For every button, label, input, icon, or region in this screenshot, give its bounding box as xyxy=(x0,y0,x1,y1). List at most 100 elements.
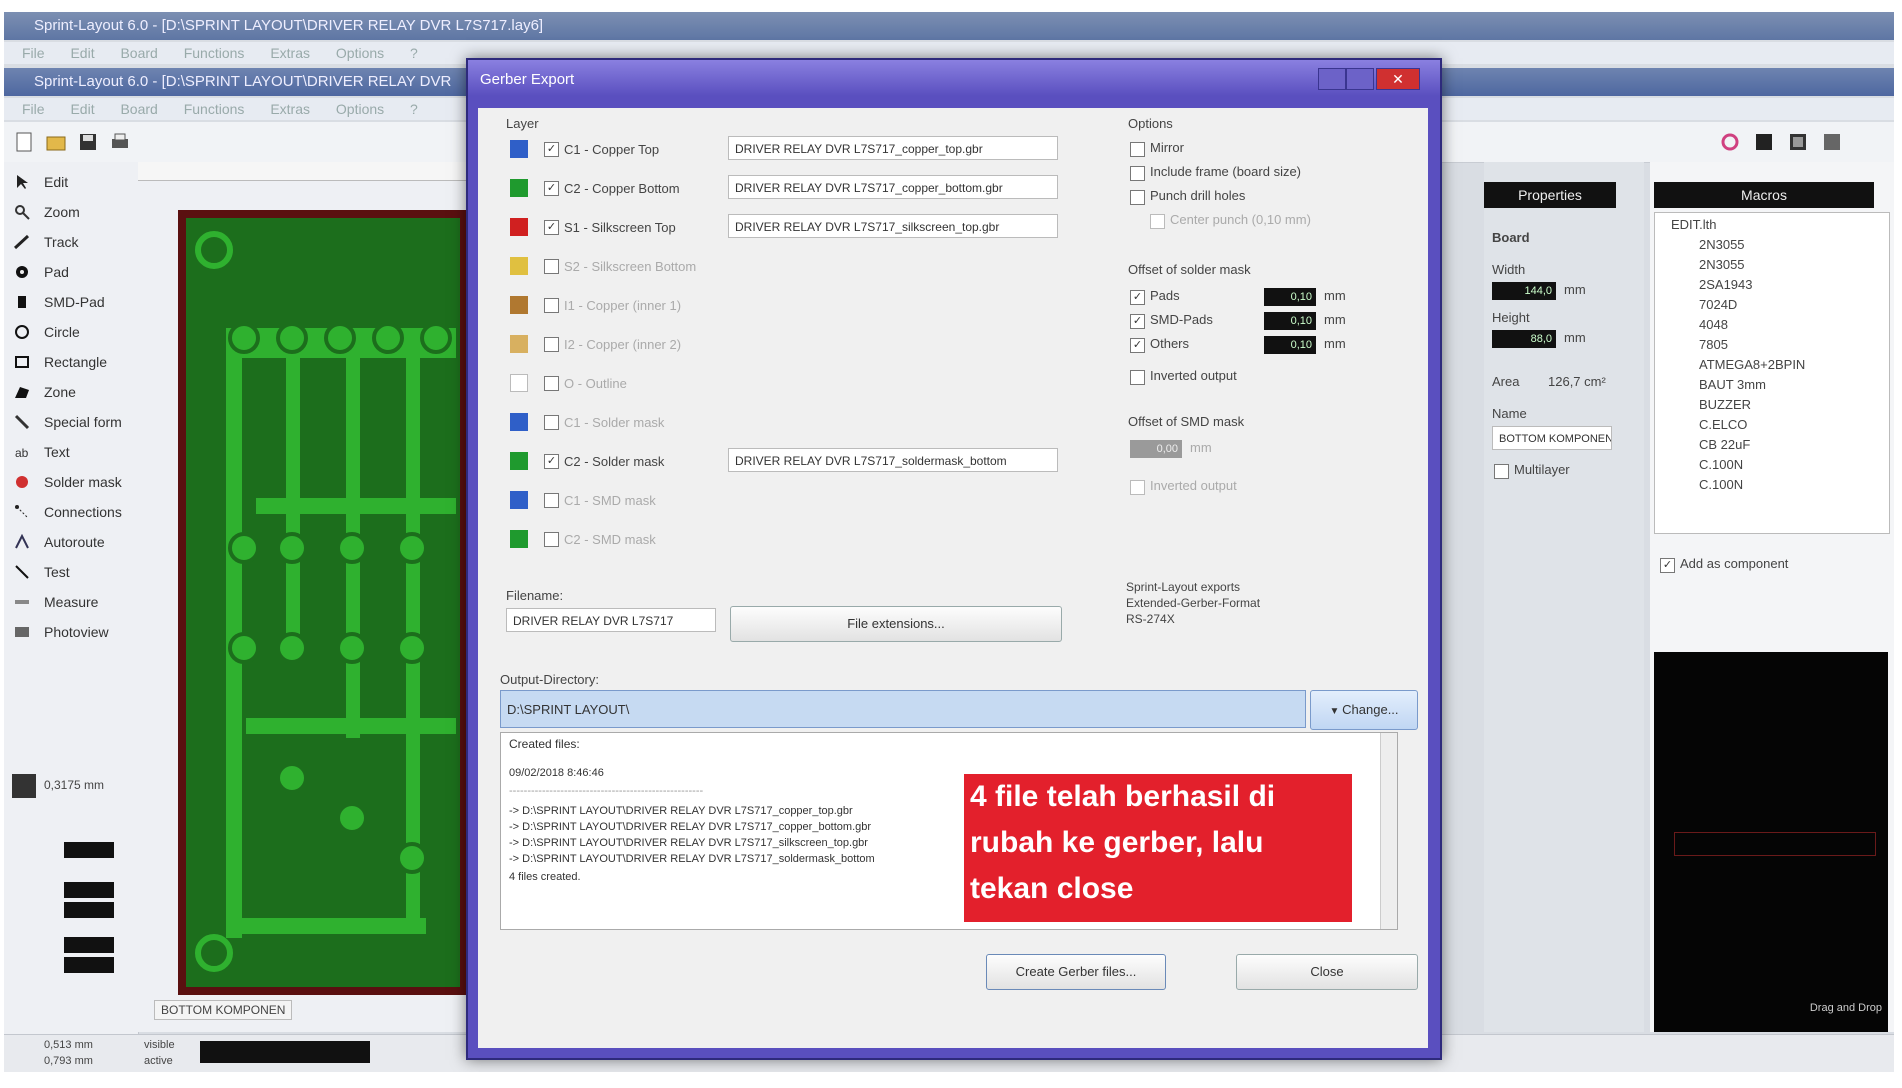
macro-item[interactable]: C.100N xyxy=(1699,457,1743,472)
width-field[interactable]: 144,0 xyxy=(1492,282,1556,300)
add-component-checkbox[interactable]: ✓ xyxy=(1660,558,1675,573)
menu-functions[interactable]: Functions xyxy=(184,45,245,61)
tool-pad[interactable]: Pad xyxy=(8,258,134,288)
pad-inner-field[interactable] xyxy=(64,902,114,918)
tool-zone[interactable]: Zone xyxy=(8,378,134,408)
filename-field[interactable]: DRIVER RELAY DVR L7S717 xyxy=(506,608,716,632)
layer-checkbox[interactable] xyxy=(544,298,559,313)
tool-connections[interactable]: Connections xyxy=(8,498,134,528)
menu-functions[interactable]: Functions xyxy=(184,101,245,117)
others-checkbox[interactable]: ✓ xyxy=(1130,338,1145,353)
macro-item[interactable]: 4048 xyxy=(1699,317,1728,332)
layer-checkbox[interactable] xyxy=(544,337,559,352)
layers-icon[interactable] xyxy=(1786,130,1810,154)
menu-file[interactable]: File xyxy=(22,45,45,61)
smd-pads-offset-field[interactable]: 0,10 xyxy=(1264,312,1316,330)
tool-measure[interactable]: Measure xyxy=(8,588,134,618)
tool-zoom[interactable]: Zoom xyxy=(8,198,134,228)
macro-item[interactable]: 7805 xyxy=(1699,337,1728,352)
tool-smd-pad[interactable]: SMD-Pad xyxy=(8,288,134,318)
layer-filename-field[interactable]: DRIVER RELAY DVR L7S717_silkscreen_top.g… xyxy=(728,214,1058,238)
macro-item[interactable]: 2SA1943 xyxy=(1699,277,1753,292)
macro-item[interactable]: 2N3055 xyxy=(1699,257,1745,272)
tool-special-form[interactable]: Special form xyxy=(8,408,134,438)
layer-checkbox[interactable] xyxy=(544,493,559,508)
tool-photoview[interactable]: Photoview xyxy=(8,618,134,648)
punch-drill-checkbox[interactable] xyxy=(1130,190,1145,205)
smd-pads-checkbox[interactable]: ✓ xyxy=(1130,314,1145,329)
macro-item[interactable]: 7024D xyxy=(1699,297,1737,312)
layer-checkbox[interactable]: ✓ xyxy=(544,181,559,196)
layer-filename-field[interactable]: DRIVER RELAY DVR L7S717_copper_bottom.gb… xyxy=(728,175,1058,199)
macro-item[interactable]: C.100N xyxy=(1699,477,1743,492)
tool-text[interactable]: ab Text xyxy=(8,438,134,468)
tool-solder-mask[interactable]: Solder mask xyxy=(8,468,134,498)
layer-checkbox[interactable]: ✓ xyxy=(544,220,559,235)
save-icon[interactable] xyxy=(76,130,100,154)
tool-circle[interactable]: Circle xyxy=(8,318,134,348)
smd-height-field[interactable] xyxy=(64,957,114,973)
dialog-close-x-button[interactable]: ✕ xyxy=(1376,68,1420,90)
layer-checkbox[interactable] xyxy=(544,259,559,274)
smd-offset-field[interactable]: 0,00 xyxy=(1130,440,1182,458)
menu-help[interactable]: ? xyxy=(410,45,418,61)
menu-file[interactable]: File xyxy=(22,101,45,117)
layer-selector[interactable] xyxy=(200,1041,370,1063)
menu-board[interactable]: Board xyxy=(120,45,157,61)
output-directory-field[interactable]: D:\SPRINT LAYOUT\ xyxy=(500,690,1306,728)
menu-board[interactable]: Board xyxy=(120,101,157,117)
layer-filename-field[interactable]: DRIVER RELAY DVR L7S717_copper_top.gbr xyxy=(728,136,1058,160)
center-punch-checkbox[interactable] xyxy=(1150,214,1165,229)
solder-inverted-checkbox[interactable] xyxy=(1130,370,1145,385)
include-frame-checkbox[interactable] xyxy=(1130,166,1145,181)
menu-options[interactable]: Options xyxy=(336,45,384,61)
multilayer-checkbox[interactable] xyxy=(1494,464,1509,479)
tool-edit[interactable]: Edit xyxy=(8,168,134,198)
layer-checkbox[interactable] xyxy=(544,532,559,547)
export-icon[interactable] xyxy=(1752,130,1776,154)
pads-offset-field[interactable]: 0,10 xyxy=(1264,288,1316,306)
track-width-field[interactable] xyxy=(64,842,114,858)
grid-icon[interactable] xyxy=(12,774,36,798)
change-directory-button[interactable]: ▼ Change... xyxy=(1310,690,1418,730)
close-button[interactable]: Close xyxy=(1236,954,1418,990)
macro-item[interactable]: CB 22uF xyxy=(1699,437,1750,452)
layer-checkbox[interactable] xyxy=(544,415,559,430)
tool-rectangle[interactable]: Rectangle xyxy=(8,348,134,378)
macro-item[interactable]: ATMEGA8+2BPIN xyxy=(1699,357,1805,372)
pcb-board[interactable] xyxy=(178,210,468,995)
menu-edit[interactable]: Edit xyxy=(70,101,94,117)
macro-root[interactable]: EDIT.lth xyxy=(1671,217,1717,232)
maximize-button[interactable] xyxy=(1346,68,1374,90)
macro-item[interactable]: 2N3055 xyxy=(1699,237,1745,252)
photo-icon[interactable] xyxy=(1820,130,1844,154)
print-icon[interactable] xyxy=(108,130,132,154)
menu-extras[interactable]: Extras xyxy=(270,45,310,61)
log-scrollbar[interactable] xyxy=(1380,733,1397,929)
mirror-checkbox[interactable] xyxy=(1130,142,1145,157)
others-offset-field[interactable]: 0,10 xyxy=(1264,336,1316,354)
file-extensions-button[interactable]: File extensions... xyxy=(730,606,1062,642)
new-file-icon[interactable] xyxy=(12,130,36,154)
layer-checkbox[interactable]: ✓ xyxy=(544,142,559,157)
menu-options[interactable]: Options xyxy=(336,101,384,117)
layer-checkbox[interactable]: ✓ xyxy=(544,454,559,469)
menu-edit[interactable]: Edit xyxy=(70,45,94,61)
board-name-field[interactable]: BOTTOM KOMPONEN xyxy=(1492,426,1612,450)
macro-item[interactable]: C.ELCO xyxy=(1699,417,1747,432)
minimize-button[interactable] xyxy=(1318,68,1346,90)
tool-autoroute[interactable]: Autoroute xyxy=(8,528,134,558)
layer-filename-field[interactable]: DRIVER RELAY DVR L7S717_soldermask_botto… xyxy=(728,448,1058,472)
create-gerber-button[interactable]: Create Gerber files... xyxy=(986,954,1166,990)
height-field[interactable]: 88,0 xyxy=(1492,330,1556,348)
macro-tree[interactable]: EDIT.lth 2N3055 2N3055 2SA1943 7024D 404… xyxy=(1654,212,1890,534)
macro-item[interactable]: BAUT 3mm xyxy=(1699,377,1766,392)
pad-outer-field[interactable] xyxy=(64,882,114,898)
macro-item[interactable]: BUZZER xyxy=(1699,397,1751,412)
menu-extras[interactable]: Extras xyxy=(270,101,310,117)
tool-track[interactable]: Track xyxy=(8,228,134,258)
smd-inverted-checkbox[interactable] xyxy=(1130,480,1145,495)
pink-tool-icon[interactable] xyxy=(1718,130,1742,154)
board-tab[interactable]: BOTTOM KOMPONEN xyxy=(154,1000,293,1020)
layer-checkbox[interactable] xyxy=(544,376,559,391)
